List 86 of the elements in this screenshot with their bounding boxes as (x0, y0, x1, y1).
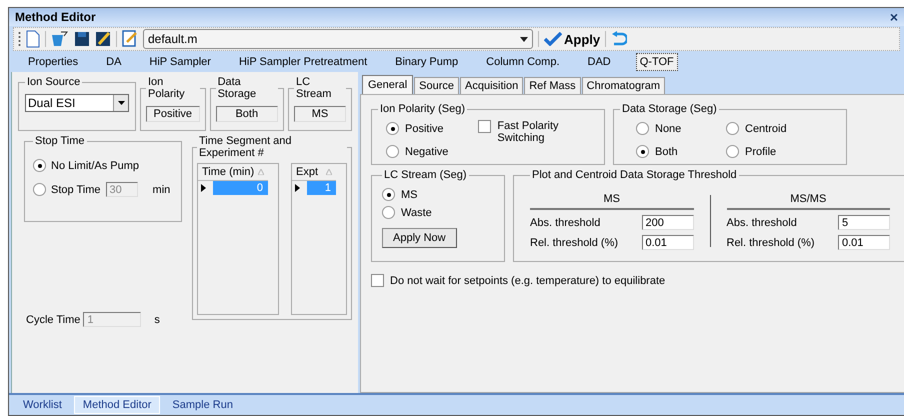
radio-button[interactable] (726, 145, 739, 158)
group-label: Ion Polarity (Seg) (379, 103, 466, 115)
option-label: Positive (405, 122, 444, 134)
method-dropdown[interactable]: default.m (143, 29, 533, 49)
module-tab[interactable]: Properties (25, 54, 82, 70)
option-label: MS (401, 188, 418, 200)
option-label: Stop Time (51, 184, 101, 196)
cycle-time-label: Cycle Time (26, 314, 80, 326)
module-tab[interactable]: HiP Sampler (146, 54, 214, 70)
checkbox[interactable] (371, 274, 384, 287)
readout-field: Positive (146, 106, 200, 122)
sort-arrow-icon (326, 169, 332, 175)
radio-button[interactable] (382, 206, 395, 219)
group-label: Stop Time (34, 135, 86, 147)
view-tab[interactable]: Sample Run (164, 397, 241, 413)
field-label: Rel. threshold (%) (726, 236, 815, 248)
module-tab[interactable]: Q-TOF (636, 53, 678, 71)
dropdown-arrow-icon (520, 36, 528, 42)
module-tab[interactable]: DAD (584, 54, 614, 70)
edit-document-icon[interactable] (122, 30, 138, 48)
radio-button[interactable] (386, 122, 399, 135)
grip-icon[interactable] (18, 31, 21, 47)
checkbox[interactable] (478, 120, 492, 133)
group-label: Ion Source (26, 76, 82, 88)
unit-label: min (152, 184, 170, 196)
field-label: Abs. threshold (726, 216, 797, 228)
apply-button[interactable]: Apply (544, 32, 600, 46)
group-label: LC Stream (Seg) (383, 169, 468, 181)
radio-button[interactable] (726, 122, 739, 135)
field-label: Rel. threshold (%) (530, 236, 618, 248)
save-as-icon[interactable] (95, 30, 111, 48)
radio-button[interactable] (33, 183, 46, 196)
group-label: Data Storage (Seg) (621, 103, 718, 115)
input-field[interactable]: 0.01 (838, 235, 890, 250)
group-label: Ion Polarity (147, 76, 186, 100)
checkmark-icon (544, 32, 562, 46)
input-field[interactable]: 0.01 (642, 235, 694, 250)
option-label: Centroid (745, 122, 787, 134)
new-document-icon[interactable] (26, 30, 40, 48)
module-tab[interactable]: Column Comp. (483, 54, 562, 70)
option-label: Both (655, 146, 678, 158)
column-heading: MS (530, 187, 694, 210)
readout-field: Both (216, 106, 278, 122)
settings-tab[interactable]: Chromatogram (582, 77, 666, 94)
apply-now-button[interactable]: Apply Now (382, 228, 457, 248)
option-label: No Limit/As Pump (51, 160, 140, 172)
field-label: Abs. threshold (530, 216, 600, 228)
group-label: LC Stream (295, 76, 332, 100)
module-tab[interactable]: DA (103, 54, 124, 70)
input-field[interactable]: 5 (838, 215, 890, 230)
input-field[interactable]: 200 (642, 215, 694, 230)
settings-tab[interactable]: General (362, 75, 414, 94)
settings-tab[interactable]: Source (414, 77, 459, 94)
view-tab[interactable]: Worklist (15, 397, 70, 413)
settings-tab[interactable]: Acquisition (460, 77, 524, 94)
option-label: Do not wait for setpoints (e.g. temperature) to equilibrate (390, 274, 666, 286)
group-label: Plot and Centroid Data Storage Threshold (531, 169, 738, 181)
row-pointer-icon (295, 184, 300, 192)
module-tab[interactable]: Binary Pump (392, 54, 462, 70)
unit-label: s (154, 314, 160, 326)
module-tab[interactable]: HiP Sampler Pretreatment (236, 54, 370, 70)
radio-button[interactable] (386, 145, 399, 158)
row-pointer-icon (201, 184, 206, 192)
radio-button[interactable] (636, 145, 649, 158)
undo-icon[interactable] (611, 31, 628, 47)
sort-arrow-icon (258, 169, 264, 175)
close-button[interactable]: × (890, 9, 898, 25)
option-label: Negative (405, 146, 448, 158)
option-label: Waste (401, 206, 432, 218)
open-folder-icon[interactable] (51, 30, 69, 48)
dropdown-arrow-icon (118, 101, 124, 105)
view-tab[interactable]: Method Editor (74, 396, 160, 414)
window-title: Method Editor (15, 10, 96, 24)
option-label: Profile (745, 146, 776, 158)
radio-button[interactable] (636, 122, 649, 135)
radio-button[interactable] (382, 188, 395, 201)
settings-tab[interactable]: Ref Mass (524, 77, 581, 94)
save-icon[interactable] (74, 30, 90, 48)
column-heading: MS/MS (726, 187, 890, 210)
option-label: None (655, 122, 682, 134)
group-label: Data Storage (216, 76, 258, 100)
ion-source-dropdown[interactable]: Dual ESI (25, 94, 129, 112)
option-label: Fast Polarity Switching (497, 120, 560, 144)
radio-button[interactable] (33, 159, 46, 172)
group-label: Time Segment and Experiment # (198, 135, 293, 159)
readout-field: MS (294, 106, 346, 122)
